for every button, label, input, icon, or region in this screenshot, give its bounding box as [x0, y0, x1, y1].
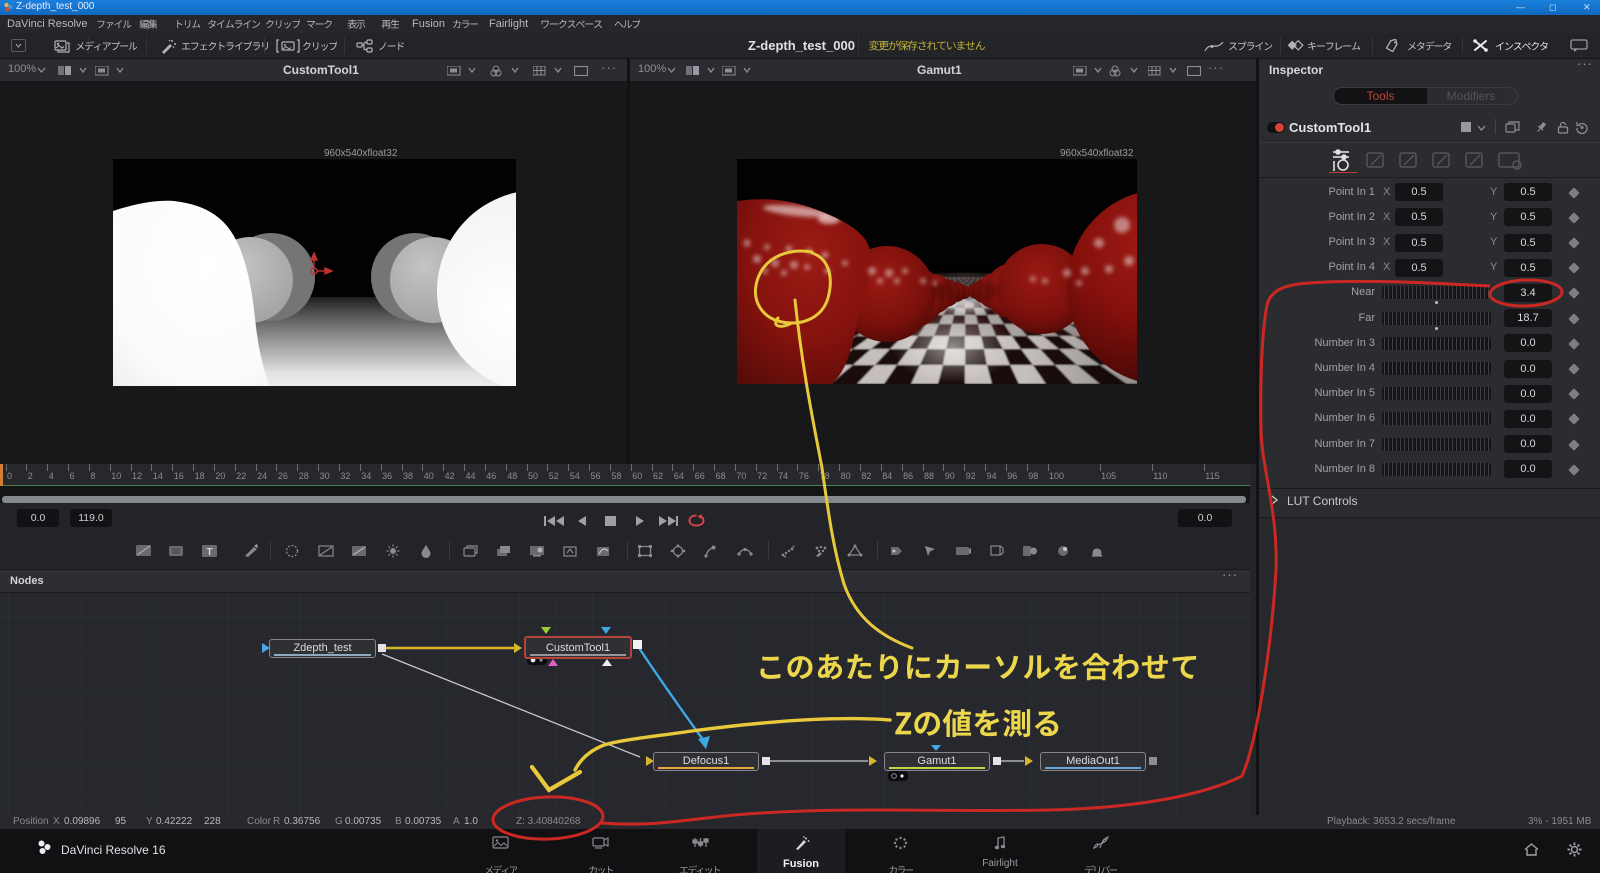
svg-text:T: T: [206, 547, 212, 558]
